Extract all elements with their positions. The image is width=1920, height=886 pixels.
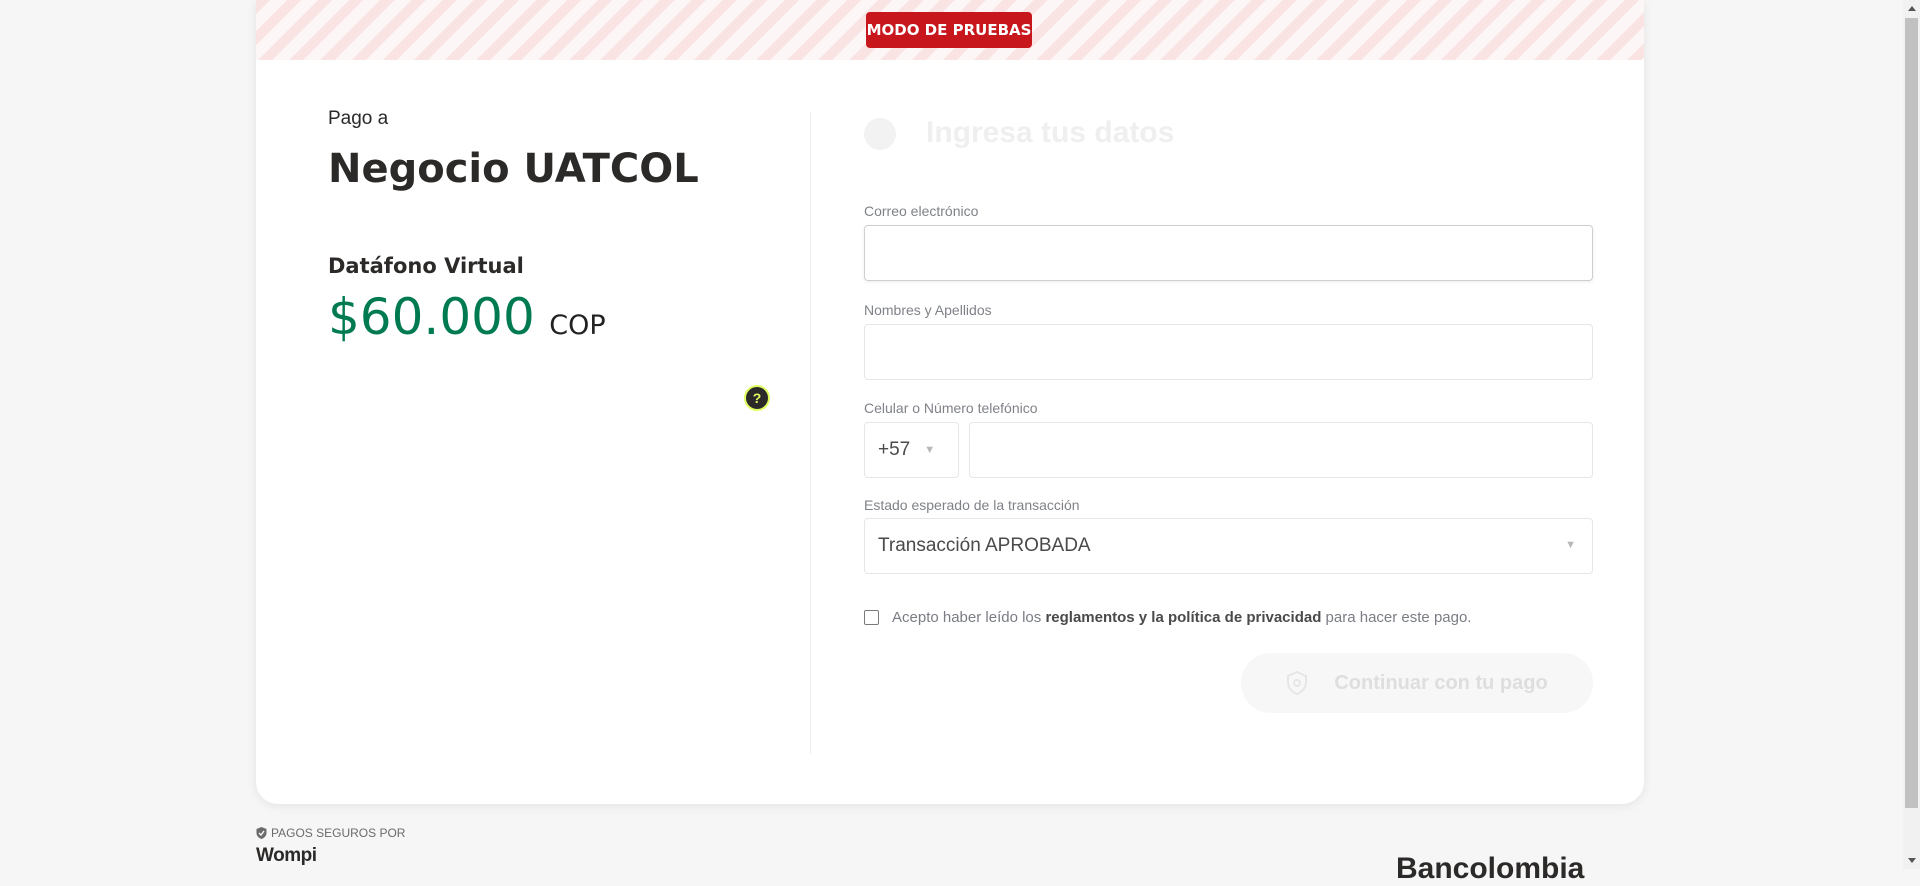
scroll-thumb[interactable] [1905, 18, 1918, 808]
name-label: Nombres y Apellidos [864, 302, 992, 318]
terms-prefix: Acepto haber leído los [892, 609, 1046, 626]
wompi-logo: Wompi [256, 845, 317, 866]
checkout-card: MODO DE PRUEBAS Pago a Negocio UATCOL Da… [256, 0, 1644, 804]
transaction-status-value: Transacción APROBADA [878, 535, 1091, 556]
merchant-name: Negocio UATCOL [328, 146, 699, 192]
continue-payment-button[interactable]: Continuar con tu pago [1241, 653, 1593, 713]
email-field[interactable] [864, 225, 1593, 281]
customer-form: Ingresa tus datos Correo electrónico Nom… [864, 0, 1594, 804]
pay-to-label: Pago a [328, 108, 389, 129]
terms-row: Acepto haber leído los reglamentos y la … [864, 609, 1471, 626]
shield-check-icon [256, 827, 267, 839]
bancolombia-logo: Bancolombia [1396, 852, 1585, 885]
phone-field[interactable] [969, 422, 1593, 478]
column-divider [810, 112, 811, 754]
amount-row: $60.000 COP [328, 288, 606, 346]
chevron-down-icon: ▼ [1565, 539, 1576, 551]
secure-payments-label: PAGOS SEGUROS POR [256, 826, 405, 840]
scrollbar[interactable] [1903, 0, 1920, 869]
product-name: Datáfono Virtual [328, 254, 524, 278]
transaction-status-select[interactable]: Transacción APROBADA ▼ [864, 518, 1593, 574]
terms-checkbox[interactable] [864, 610, 879, 625]
secure-payments-text: PAGOS SEGUROS POR [271, 826, 406, 840]
transaction-status-label: Estado esperado de la transacción [864, 497, 1080, 513]
terms-link[interactable]: reglamentos y la política de privacidad [1045, 609, 1321, 626]
terms-suffix: para hacer este pago. [1321, 609, 1472, 626]
terms-text: Acepto haber leído los reglamentos y la … [892, 609, 1471, 626]
scroll-up-icon[interactable] [1908, 6, 1916, 11]
chevron-down-icon: ▼ [924, 444, 936, 456]
phone-label: Celular o Número telefónico [864, 400, 1038, 416]
amount-value: $60.000 [328, 288, 535, 346]
country-code-select[interactable]: +57 ▼ [864, 422, 959, 478]
currency-label: COP [549, 310, 606, 341]
step-title: Ingresa tus datos [926, 116, 1175, 149]
help-icon[interactable]: ? [744, 385, 770, 411]
shield-icon [1287, 671, 1308, 695]
continue-label: Continuar con tu pago [1334, 671, 1548, 694]
email-label: Correo electrónico [864, 203, 979, 219]
country-code-value: +57 [878, 439, 911, 460]
step-indicator-icon [864, 118, 896, 150]
full-name-field[interactable] [864, 324, 1593, 380]
scroll-down-icon[interactable] [1908, 858, 1916, 863]
